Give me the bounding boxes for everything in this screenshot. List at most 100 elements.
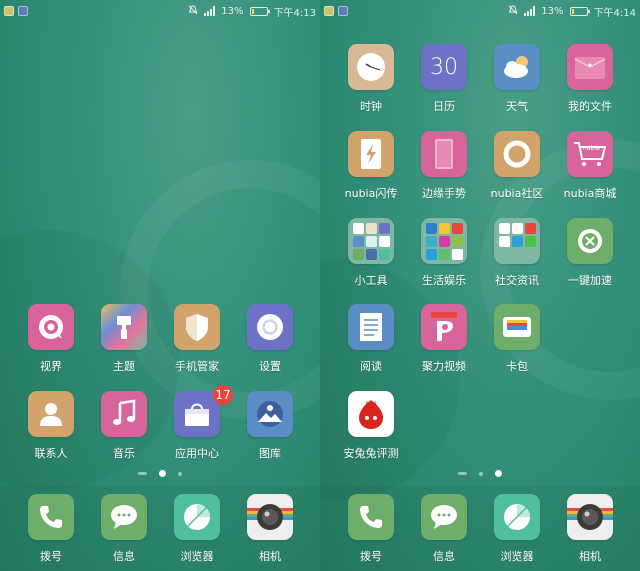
app-card-wallet[interactable]: 卡包 [479, 304, 555, 374]
app-label: 安兔兔评测 [343, 447, 399, 460]
battery-icon [569, 6, 590, 16]
flash-transfer-icon [348, 131, 394, 177]
app-label: 联系人 [34, 447, 68, 460]
page-dot-active[interactable] [495, 470, 502, 477]
app-weather[interactable]: 天气 [479, 44, 555, 114]
app-clock[interactable]: 时钟 [333, 44, 409, 114]
app-label: 主题 [113, 360, 135, 373]
page-indicator[interactable] [0, 470, 320, 477]
app-label: 手机管家 [175, 360, 219, 373]
home-screen-1[interactable]: 13% 下午4:13 视界 主题 手机管家 设置 联系人 音乐 17 应用中心 … [0, 0, 320, 571]
app-antutu[interactable]: 安兔兔评测 [333, 391, 409, 461]
phone-icon [28, 494, 74, 540]
message-bubble-icon [421, 494, 467, 540]
notification-icon [324, 6, 334, 16]
battery-fill [251, 8, 254, 14]
mute-icon [188, 4, 198, 18]
app-theme[interactable]: 主题 [86, 304, 162, 374]
app-settings[interactable]: 设置 [232, 304, 308, 374]
app-calendar[interactable]: 30 日历 [406, 44, 482, 114]
app-label: 卡包 [506, 360, 528, 373]
battery-percent: 13% [221, 5, 244, 17]
app-gallery[interactable]: 图库 [232, 391, 308, 461]
app-app-center[interactable]: 17 应用中心 [159, 385, 235, 461]
browser-compass-icon [494, 494, 540, 540]
app-contacts[interactable]: 联系人 [13, 391, 89, 461]
dock-app-messages[interactable]: 信息 [86, 494, 162, 564]
app-label: 天气 [506, 100, 528, 113]
theme-brush-icon [101, 304, 147, 350]
app-label: 我的文件 [568, 100, 612, 113]
camera-lens-icon [247, 494, 293, 540]
folder-life[interactable]: 生活娱乐 [406, 218, 482, 288]
dock-app-dialer[interactable]: 拨号 [333, 494, 409, 564]
app-nubia-flash[interactable]: nubia闪传 [333, 131, 409, 201]
battery-icon [249, 6, 270, 16]
page-dot[interactable] [479, 471, 483, 476]
app-music[interactable]: 音乐 [86, 391, 162, 461]
app-reading[interactable]: 阅读 [333, 304, 409, 374]
app-label: nubia社区 [490, 187, 544, 200]
app-label: 应用中心 [175, 447, 219, 460]
app-one-key-boost[interactable]: 一键加速 [552, 218, 628, 288]
status-time: 下午4:14 [593, 7, 636, 19]
weather-cloud-icon [494, 44, 540, 90]
message-bubble-icon [101, 494, 147, 540]
app-nubia-mall[interactable]: nubia nubia商城 [552, 131, 628, 201]
app-phone-manager[interactable]: 手机管家 [159, 304, 235, 374]
folder-social[interactable]: 社交资讯 [479, 218, 555, 288]
app-label: 日历 [433, 100, 455, 113]
dock-app-browser[interactable]: 浏览器 [159, 494, 235, 564]
status-bar: 13% 下午4:13 [0, 0, 320, 22]
page-dot[interactable] [138, 472, 147, 475]
notification-icon [338, 6, 348, 16]
cart-brand-text: nubia [583, 145, 600, 152]
browser-compass-icon [174, 494, 220, 540]
camera-lens-icon [567, 494, 613, 540]
dock-app-camera[interactable]: 相机 [232, 494, 308, 564]
page-dot[interactable] [458, 472, 467, 475]
dock-app-messages[interactable]: 信息 [406, 494, 482, 564]
dock-app-dialer[interactable]: 拨号 [13, 494, 89, 564]
folder-icon [567, 44, 613, 90]
social-folder-icon [494, 218, 540, 264]
app-label: 边缘手势 [422, 187, 466, 200]
battery-fill [571, 8, 574, 14]
app-label: 拨号 [360, 550, 382, 563]
video-eye-icon [28, 304, 74, 350]
app-label: 时钟 [360, 100, 382, 113]
shield-icon [174, 304, 220, 350]
app-edge-gesture[interactable]: 边缘手势 [406, 131, 482, 201]
dock-app-browser[interactable]: 浏览器 [479, 494, 555, 564]
app-label: 拨号 [40, 550, 62, 563]
page-dot-active[interactable] [159, 470, 166, 477]
page-indicator[interactable] [320, 470, 640, 477]
app-shijie[interactable]: 视界 [13, 304, 89, 374]
app-label: 阅读 [360, 360, 382, 373]
app-label: 生活娱乐 [422, 274, 466, 287]
app-label: 相机 [579, 550, 601, 563]
page-dot[interactable] [178, 471, 182, 476]
app-label: 浏览器 [180, 550, 214, 563]
app-label: 一键加速 [568, 274, 612, 287]
person-icon [28, 391, 74, 437]
music-note-icon [101, 391, 147, 437]
app-label: 相机 [259, 550, 281, 563]
life-folder-icon [421, 218, 467, 264]
folder-tools[interactable]: 小工具 [333, 218, 409, 288]
calendar-icon: 30 [421, 44, 467, 90]
book-icon [348, 304, 394, 350]
app-label: nubia商城 [563, 187, 617, 200]
app-label: nubia闪传 [344, 187, 398, 200]
app-pptv[interactable]: 聚力视频 [406, 304, 482, 374]
dock-app-camera[interactable]: 相机 [552, 494, 628, 564]
home-screen-2[interactable]: 13% 下午4:14 时钟 30 日历 天气 我的文件 nubia闪传 边缘手势… [320, 0, 640, 571]
phone-icon [348, 494, 394, 540]
notification-icon [18, 6, 28, 16]
calendar-day: 30 [430, 54, 458, 80]
pptv-video-icon [421, 304, 467, 350]
app-my-files[interactable]: 我的文件 [552, 44, 628, 114]
app-nubia-community[interactable]: nubia社区 [479, 131, 555, 201]
shopping-cart-icon: nubia [567, 131, 613, 177]
app-label: 设置 [259, 360, 281, 373]
